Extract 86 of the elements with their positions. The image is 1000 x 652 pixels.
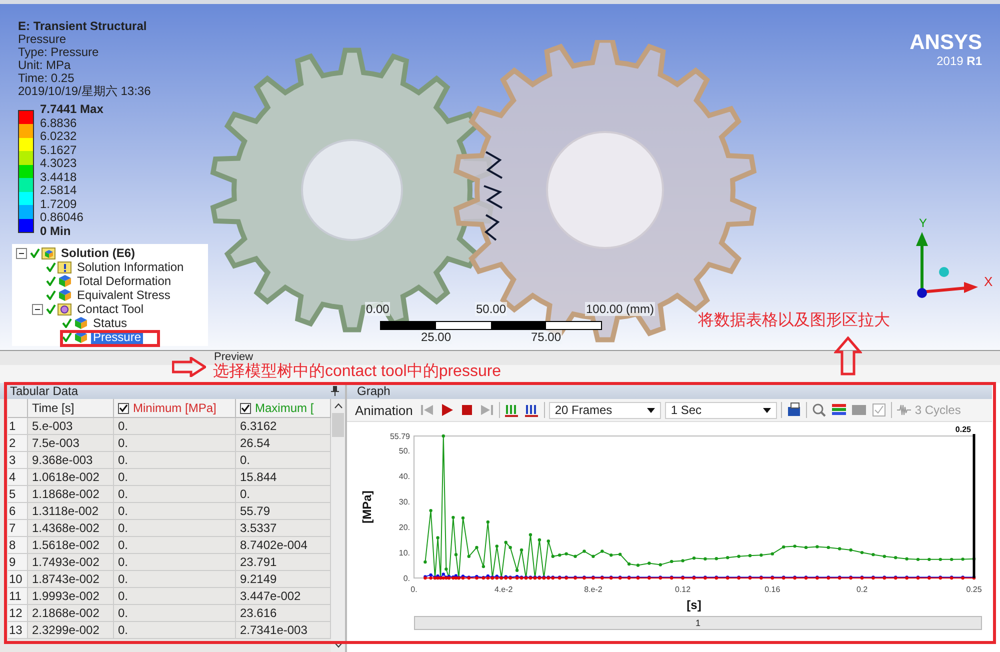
row-number: 13	[8, 622, 28, 639]
legend-value: 4.3023	[40, 157, 78, 170]
row-number: 2	[8, 435, 28, 452]
axis-label: Y	[919, 216, 928, 230]
row-number: 6	[8, 503, 28, 520]
table-cell: 0.	[114, 418, 236, 435]
row-number: 9	[8, 554, 28, 571]
table-cell: 0.	[114, 486, 236, 503]
frames-dropdown[interactable]: 20 Frames	[548, 402, 661, 418]
table-cell: 0.	[114, 622, 236, 639]
panel-title: Tabular Data	[10, 384, 78, 398]
table-cell: 0.	[114, 554, 236, 571]
callout-text: 选择模型树中的contact tool中的pressure	[213, 363, 502, 381]
legend-value: 0.86046	[40, 211, 84, 224]
result-info-line: 2019/10/19/星期六 13:36	[18, 85, 151, 98]
row-number: 8	[8, 537, 28, 554]
toolbar-label: Animation	[355, 402, 413, 418]
legend-value: 1.7209	[40, 198, 78, 211]
table-cell: 0.	[114, 503, 236, 520]
result-title: E: Transient Structural	[18, 20, 148, 33]
scale-label: 75.00	[530, 330, 562, 344]
table-cell: 0.	[114, 520, 236, 537]
column-header: Maximum [	[255, 401, 314, 415]
row-number: 4	[8, 469, 28, 486]
legend-value: 6.8836	[40, 116, 78, 130]
legend-value: 7.7441 Max	[40, 103, 104, 116]
tree-item[interactable]: Equivalent Stress	[75, 288, 172, 302]
row-number: 12	[8, 605, 28, 622]
table-cell: 2.3299e-002	[28, 622, 114, 639]
y-axis-title: [MPa]	[360, 490, 374, 524]
callout-text: 将数据表格以及图形区拉大	[698, 312, 890, 330]
result-info-line: Time: 0.25	[18, 72, 76, 85]
axis-label: X	[984, 274, 993, 289]
legend-value: 2.5814	[40, 184, 78, 198]
table-cell: 0.	[114, 452, 236, 469]
table-cell: 1.4368e-002	[28, 520, 114, 537]
row-number: 1	[8, 418, 28, 435]
frame-scrollbar[interactable]: 1	[414, 616, 982, 630]
row-number: 5	[8, 486, 28, 503]
panel-title: Graph	[357, 384, 390, 398]
table-cell: 1.9993e-002	[28, 588, 114, 605]
tree-item[interactable]: Status	[91, 316, 130, 330]
tree-item[interactable]: Contact Tool	[75, 302, 146, 316]
table-cell: 0.	[114, 605, 236, 622]
result-info-line: Type: Pressure	[18, 46, 100, 59]
scale-label: 50.00	[475, 302, 508, 316]
column-header: Minimum [MPa]	[133, 401, 216, 415]
legend-value: 6.0232	[40, 130, 78, 144]
result-info-line: Pressure	[18, 33, 68, 46]
table-cell: 1.7493e-002	[28, 554, 114, 571]
table-cell: 0.	[114, 435, 236, 452]
row-number: 7	[8, 520, 28, 537]
row-number: 11	[8, 588, 28, 605]
table-cell: 1.0618e-002	[28, 469, 114, 486]
table-cell: 1.5618e-002	[28, 537, 114, 554]
table-cell: 5.e-003	[28, 418, 114, 435]
table-cell: 9.368e-003	[28, 452, 114, 469]
logo-version: 2019 R1	[936, 54, 982, 68]
legend-value: 5.1627	[40, 144, 78, 157]
y-axis: 0. 10. 20. 30. 40. 50. 55.79	[390, 432, 410, 583]
row-number: 3	[8, 452, 28, 469]
tree-item[interactable]: Solution Information	[75, 260, 186, 274]
tree-item[interactable]: Total Deformation	[75, 274, 174, 288]
time-marker-label: 0.25	[955, 425, 971, 434]
logo-wordmark: ANSYS	[910, 32, 982, 54]
tree-item[interactable]: Solution (E6)	[59, 246, 137, 260]
x-axis: 0. 4.e-2 8.e-2 0.12 0.16 0.2 0.25	[410, 585, 982, 594]
table-cell: 0.	[114, 571, 236, 588]
table-cell: 0.	[114, 537, 236, 554]
table-cell: 1.3118e-002	[28, 503, 114, 520]
legend-value: 3.4418	[40, 170, 78, 184]
row-number: 10	[8, 571, 28, 588]
scale-label: 0.00	[365, 302, 390, 316]
table-cell: 0.	[114, 469, 236, 486]
duration-dropdown[interactable]: 1 Sec	[664, 402, 777, 418]
result-info-line: Unit: MPa	[18, 59, 72, 72]
table-cell: 2.1868e-002	[28, 605, 114, 622]
scale-label: 25.00	[420, 330, 452, 344]
table-cell: 0.	[114, 588, 236, 605]
table-cell: 1.1868e-002	[28, 486, 114, 503]
table-cell: 1.8743e-002	[28, 571, 114, 588]
scale-label: 100.00 (mm)	[585, 302, 656, 316]
legend-value: 0 Min	[40, 224, 72, 238]
x-axis-title: [s]	[686, 598, 702, 612]
column-header: Time [s]	[32, 401, 74, 415]
table-cell: 7.5e-003	[28, 435, 114, 452]
